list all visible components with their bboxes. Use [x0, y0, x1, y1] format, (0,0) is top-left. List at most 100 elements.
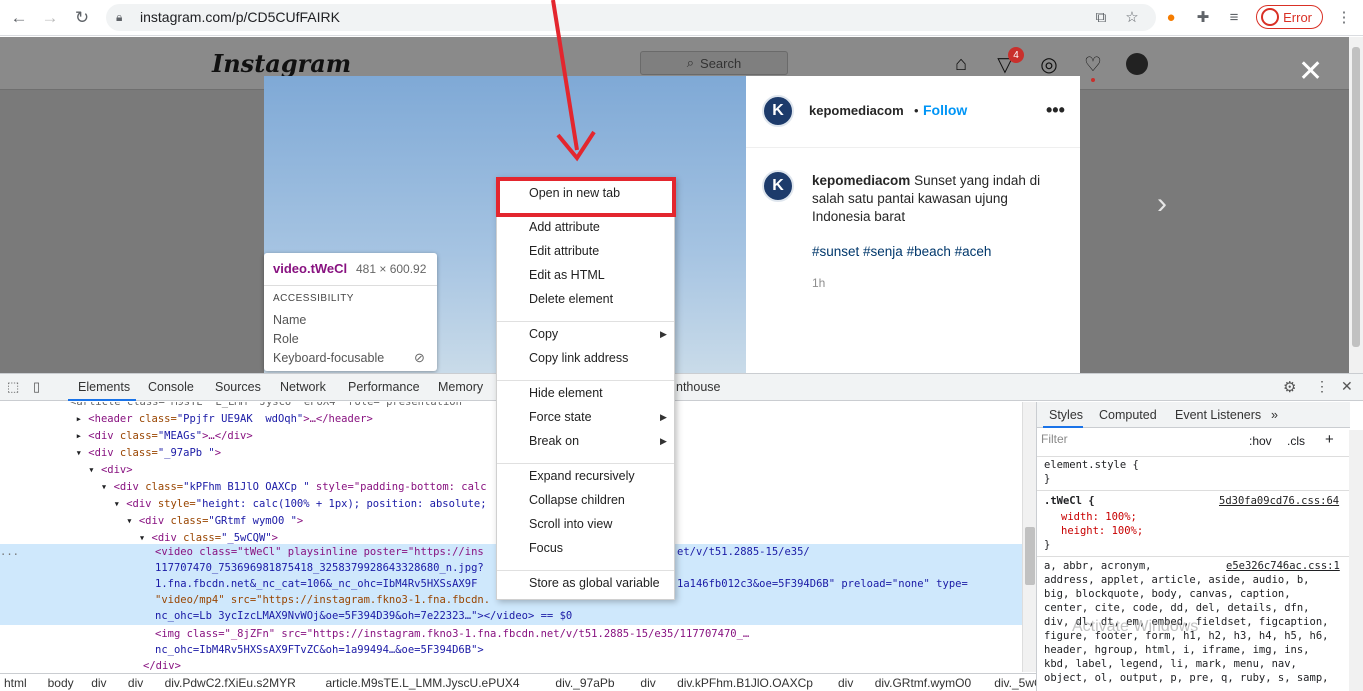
bookmark-star-icon[interactable]: ☆	[1122, 7, 1142, 27]
selector-line[interactable]: address, applet, article, aside, audio, …	[1044, 573, 1310, 587]
tab-memory[interactable]: Memory	[438, 380, 483, 394]
tab-performance[interactable]: Performance	[348, 380, 420, 394]
img-node-line[interactable]: nc_ohc=IbM4Rv5HXSsAX9FTvZC&oh=1a99494…&o…	[155, 642, 484, 659]
url-text[interactable]: instagram.com/p/CD5CUfFAIRK	[140, 9, 340, 25]
menu-item-focus[interactable]: Focus	[529, 541, 563, 555]
tab-computed[interactable]: Computed	[1099, 408, 1157, 422]
tab-console[interactable]: Console	[148, 380, 194, 394]
rule-source-link[interactable]: e5e326c746ac.css:1	[1226, 559, 1340, 573]
video-node-tail[interactable]: 1a146fb012c3&oe=5F394D6B" preload="none"…	[677, 576, 968, 593]
account-avatar[interactable]: K	[762, 95, 794, 127]
devtools-menu-icon[interactable]: ⋮	[1315, 378, 1329, 395]
breadcrumb-item[interactable]: article.M9sTE.L_LMM.JyscU.ePUX4	[326, 676, 520, 690]
activity-heart-icon[interactable]: ♡	[1080, 51, 1106, 77]
caption-avatar[interactable]: K	[762, 170, 794, 202]
breadcrumb-item[interactable]: div	[838, 676, 853, 690]
dom-node-row[interactable]: ▾ <div class="kPFhm B1JlO OAXCp " style=…	[63, 479, 487, 496]
menu-item-break-on[interactable]: Break on	[529, 434, 579, 448]
styles-scrollbar[interactable]	[1349, 430, 1363, 691]
close-devtools-icon[interactable]: ✕	[1341, 378, 1353, 395]
dom-node-row[interactable]: ▾ <div class="_97aPb ">	[63, 445, 221, 462]
tab-elements[interactable]: Elements	[78, 380, 130, 394]
follow-button[interactable]: Follow	[923, 102, 967, 118]
menu-item-copy-link-address[interactable]: Copy link address	[529, 351, 628, 365]
tab-network[interactable]: Network	[280, 380, 326, 394]
menu-item-store-as-global-variable[interactable]: Store as global variable	[529, 576, 660, 590]
settings-gear-icon[interactable]: ⚙	[1283, 378, 1296, 396]
chevron-right-icon[interactable]: ›	[1157, 187, 1167, 221]
video-node-line[interactable]: nc_ohc=Lb 3ycIzcLMAX9NvWOj&oe=5F394D39&o…	[155, 608, 572, 625]
cls-toggle[interactable]: .cls	[1287, 434, 1305, 448]
rule-property[interactable]: height: 100%;	[1061, 524, 1143, 538]
video-node-line[interactable]: 1.fna.fbcdn.net&_nc_cat=106&_nc_ohc=IbM4…	[155, 576, 477, 593]
breadcrumb-item[interactable]: html	[4, 676, 27, 690]
rule-property[interactable]: width: 100%;	[1061, 510, 1137, 524]
hashtags[interactable]: #sunset #senja #beach #aceh	[812, 244, 991, 259]
menu-item-edit-attribute[interactable]: Edit attribute	[529, 244, 599, 258]
hov-toggle[interactable]: :hov	[1249, 434, 1272, 448]
more-options-icon[interactable]: •••	[1046, 100, 1065, 121]
profile-avatar[interactable]	[1126, 53, 1148, 75]
inspect-element-icon[interactable]: ⬚	[7, 379, 19, 395]
selector-line[interactable]: kbd, label, legend, li, mark, menu, nav,	[1044, 657, 1297, 671]
breadcrumb-item[interactable]: div.GRtmf.wymO0	[875, 676, 971, 690]
dom-node-row[interactable]: ▾ <div>	[63, 462, 132, 479]
search-input[interactable]: ⌕ Search	[640, 51, 788, 75]
media-queue-icon[interactable]: ≡	[1224, 7, 1244, 27]
explore-icon[interactable]: ◎	[1036, 51, 1062, 77]
tab-event-listeners[interactable]: Event Listeners	[1175, 408, 1261, 422]
elements-scrollbar[interactable]	[1022, 402, 1036, 672]
menu-item-collapse-children[interactable]: Collapse children	[529, 493, 625, 507]
selector-line[interactable]: object, ol, output, p, pre, q, ruby, s, …	[1044, 671, 1328, 685]
reload-icon[interactable]: ↻	[68, 4, 96, 32]
forward-icon[interactable]: →	[36, 4, 64, 32]
selector-line[interactable]: header, hgroup, html, i, iframe, img, in…	[1044, 643, 1310, 657]
selector-line[interactable]: a, abbr, acronym,	[1044, 559, 1151, 573]
breadcrumb-item[interactable]: div._97aPb	[555, 676, 614, 690]
menu-item-expand-recursively[interactable]: Expand recursively	[529, 469, 635, 483]
menu-item-scroll-into-view[interactable]: Scroll into view	[529, 517, 612, 531]
menu-kebab-icon[interactable]: ⋮	[1334, 7, 1354, 27]
rule-source-link[interactable]: 5d30fa09cd76.css:64	[1219, 494, 1339, 508]
breadcrumb-item[interactable]: body	[48, 676, 74, 690]
tab-styles[interactable]: Styles	[1049, 408, 1083, 422]
video-node-line[interactable]: "video/mp4" src="https://instagram.fkno3…	[155, 592, 490, 609]
dom-node-row[interactable]: ▾ <div style="height: calc(100% + 1px); …	[63, 496, 487, 513]
img-node-line[interactable]: <img class="_8jZFn" src="https://instagr…	[155, 626, 749, 643]
device-toggle-icon[interactable]: ▯	[33, 379, 40, 395]
back-icon[interactable]: ←	[5, 4, 33, 32]
menu-item-edit-as-html[interactable]: Edit as HTML	[529, 268, 605, 282]
video-node-line[interactable]: 117707470_753696981875418_32583799286433…	[155, 560, 484, 577]
home-icon[interactable]: ⌂	[948, 51, 974, 77]
instagram-logo[interactable]: Instagram	[212, 49, 351, 78]
extension-icon[interactable]: ●	[1161, 7, 1181, 27]
breadcrumb-item[interactable]: div	[91, 676, 106, 690]
element-style-rule[interactable]: element.style {	[1044, 458, 1139, 472]
add-rule-icon[interactable]: +	[1325, 431, 1334, 448]
breadcrumb-item[interactable]: div.PdwC2.fXiEu.s2MYR	[165, 676, 296, 690]
menu-item-hide-element[interactable]: Hide element	[529, 386, 603, 400]
dom-node-row[interactable]: ▾ <div class="GRtmf wymO0 ">	[63, 513, 303, 530]
tab-sources[interactable]: Sources	[215, 380, 261, 394]
breadcrumb-item[interactable]: div	[128, 676, 143, 690]
more-tabs-icon[interactable]: »	[1271, 408, 1278, 422]
selector-line[interactable]: big, blockquote, body, canvas, caption,	[1044, 587, 1291, 601]
styles-filter-input[interactable]: Filter	[1041, 432, 1241, 452]
rule-selector[interactable]: .tWeCl {	[1044, 494, 1095, 508]
close-icon[interactable]: ✕	[1298, 54, 1323, 89]
translate-icon[interactable]: ⧉	[1091, 7, 1111, 27]
account-name[interactable]: kepomediacom	[809, 103, 904, 118]
menu-item-force-state[interactable]: Force state	[529, 410, 592, 424]
dom-node-row[interactable]: ▸ <div class="MEAGs">…</div>	[63, 428, 253, 445]
breadcrumb-item[interactable]: div	[640, 676, 655, 690]
video-node-line[interactable]: <video class="tWeCl" playsinline poster=…	[155, 544, 484, 561]
video-node-tail[interactable]: et/v/t51.2885-15/e35/	[677, 544, 810, 561]
close-tag-line[interactable]: </div>	[143, 658, 181, 672]
extensions-puzzle-icon[interactable]: ✚	[1193, 7, 1213, 27]
caption-account[interactable]: kepomediacom	[812, 173, 910, 188]
menu-item-delete-element[interactable]: Delete element	[529, 292, 613, 306]
breadcrumb-item[interactable]: div.kPFhm.B1JlO.OAXCp	[677, 676, 813, 690]
menu-item-add-attribute[interactable]: Add attribute	[529, 220, 600, 234]
page-scrollbar[interactable]	[1349, 37, 1363, 373]
dom-node-row[interactable]: ▸ <header class="Ppjfr UE9AK wdOqh">…</h…	[63, 411, 373, 428]
